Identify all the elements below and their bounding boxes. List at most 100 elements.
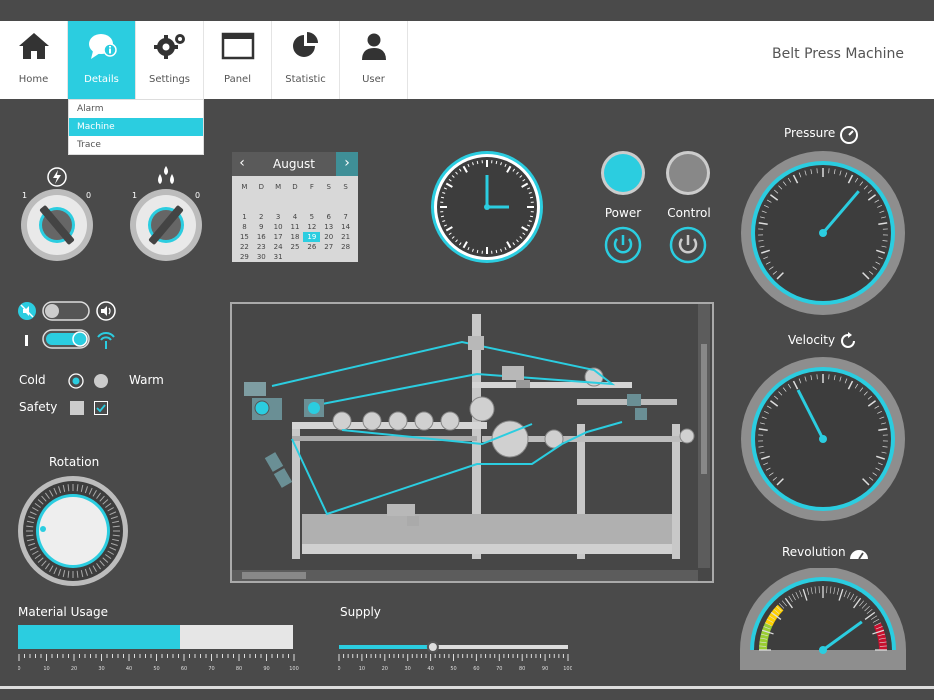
dropdown-item-trace[interactable]: Trace [69, 136, 203, 154]
dropdown-item-machine[interactable]: Machine [69, 118, 203, 136]
bottom-divider [0, 686, 934, 689]
calendar-day[interactable]: 31 [270, 252, 287, 262]
dropdown-item-alarm[interactable]: Alarm [69, 100, 203, 118]
warm-radio[interactable] [93, 373, 109, 389]
chat-info-icon [89, 34, 117, 59]
scale-tick-label: 40 [126, 666, 132, 672]
calendar-day[interactable]: 15 [236, 232, 253, 242]
calendar-day[interactable]: 2 [253, 212, 270, 222]
calendar-day[interactable]: 6 [320, 212, 337, 222]
user-icon [362, 33, 386, 60]
nav-details-label: Details [84, 74, 119, 85]
nav-settings-label: Settings [148, 74, 190, 85]
supply-slider-thumb[interactable] [426, 641, 439, 653]
calendar-day[interactable]: 12 [303, 222, 320, 232]
calendar-day[interactable]: 24 [270, 242, 287, 252]
calendar-day[interactable]: 3 [270, 212, 287, 222]
calendar-day[interactable]: 23 [253, 242, 270, 252]
scale-tick-label: 0 [18, 666, 21, 672]
calendar-day[interactable]: 30 [253, 252, 270, 262]
calendar-next-button[interactable]: › [336, 152, 358, 176]
power-indicator-lamp [601, 151, 645, 195]
calendar-day[interactable]: 29 [236, 252, 253, 262]
nav-panel[interactable]: Panel [204, 21, 272, 99]
calendar-day[interactable]: 13 [320, 222, 337, 232]
scale-tick-label: 20 [71, 666, 77, 672]
cold-label: Cold [19, 373, 46, 387]
details-dropdown-menu: Alarm Machine Trace [68, 99, 204, 155]
power-knob[interactable] [20, 188, 94, 262]
window-icon [221, 32, 255, 60]
nav-user[interactable]: User [340, 21, 408, 99]
calendar-day[interactable]: 5 [303, 212, 320, 222]
calendar-weekday: M [275, 183, 282, 191]
supply-slider[interactable] [338, 640, 570, 654]
control-button[interactable] [669, 226, 707, 264]
calendar-day[interactable]: 9 [253, 222, 270, 232]
calendar-day [236, 202, 253, 212]
control-label: Control [667, 206, 711, 220]
pressure-gauge [741, 151, 905, 315]
calendar-weekday: F [309, 183, 314, 191]
calendar-day[interactable]: 20 [320, 232, 337, 242]
calendar-day[interactable]: 22 [236, 242, 253, 252]
calendar-day[interactable]: 14 [337, 222, 354, 232]
supply-label: Supply [340, 605, 381, 619]
velocity-label: Velocity [788, 333, 836, 347]
calendar-day[interactable]: 16 [253, 232, 270, 242]
calendar-weekday: S [343, 183, 348, 191]
calendar-day [337, 202, 354, 212]
calendar-day [287, 252, 304, 262]
rotation-dial[interactable] [17, 475, 129, 587]
scale-tick-label: 0 [338, 666, 341, 672]
water-knob[interactable] [129, 188, 203, 262]
velocity-gauge [741, 357, 905, 521]
calendar-day [320, 202, 337, 212]
calendar-day[interactable]: 27 [320, 242, 337, 252]
scale-tick-label: 20 [382, 666, 388, 672]
control-indicator-lamp [666, 151, 710, 195]
calendar-day[interactable]: 4 [287, 212, 304, 222]
refresh-icon [841, 332, 855, 348]
power-button[interactable] [604, 226, 642, 264]
mute-toggle[interactable] [42, 301, 90, 321]
calendar-day[interactable]: 8 [236, 222, 253, 232]
calendar-day[interactable]: 7 [337, 212, 354, 222]
calendar-month: August [273, 157, 315, 171]
calendar-day[interactable]: 1 [236, 212, 253, 222]
calendar-day[interactable]: 25 [287, 242, 304, 252]
scale-tick-label: 10 [359, 666, 365, 672]
calendar-weekday: M [241, 183, 248, 191]
safety-checkbox-2[interactable] [94, 401, 108, 415]
chevron-left-icon: ‹ [239, 155, 245, 171]
signal-low-icon [25, 335, 28, 346]
scale-tick-label: 80 [236, 666, 242, 672]
calendar-prev-button[interactable]: ‹ [232, 152, 252, 176]
calendar-day[interactable]: 11 [287, 222, 304, 232]
scale-tick-label: 40 [427, 666, 433, 672]
calendar-day[interactable]: 21 [337, 232, 354, 242]
calendar-day[interactable]: 19 [303, 232, 321, 242]
safety-checkbox-1[interactable] [70, 401, 84, 415]
nav-settings[interactable]: Settings [136, 21, 204, 99]
material-usage-bar [18, 625, 293, 649]
scale-tick-label: 90 [263, 666, 269, 672]
calendar-days: 1 2 3 4 5 6 7 8 9 10 11 12 13 14 15 16 17 18 19 20 21 22 23 24 2… [236, 202, 354, 262]
calendar-day[interactable]: 18 [287, 232, 304, 242]
nav-details[interactable]: Details [68, 21, 136, 99]
nav-user-label: User [362, 74, 385, 85]
revolution-label: Revolution [782, 545, 846, 559]
calendar-day[interactable]: 10 [270, 222, 287, 232]
calendar-day[interactable]: 26 [303, 242, 320, 252]
calendar-header: ‹ August › [232, 152, 358, 176]
nav-home[interactable]: Home [0, 21, 68, 99]
calendar-day [287, 202, 304, 212]
calendar-day[interactable]: 17 [270, 232, 287, 242]
signal-toggle[interactable] [42, 329, 90, 349]
calendar-day [253, 202, 270, 212]
material-usage-fill [18, 625, 181, 649]
nav-statistic[interactable]: Statistic [272, 21, 340, 99]
cold-radio[interactable] [68, 373, 84, 389]
calendar-day[interactable]: 28 [337, 242, 354, 252]
scale-tick-label: 80 [519, 666, 525, 672]
